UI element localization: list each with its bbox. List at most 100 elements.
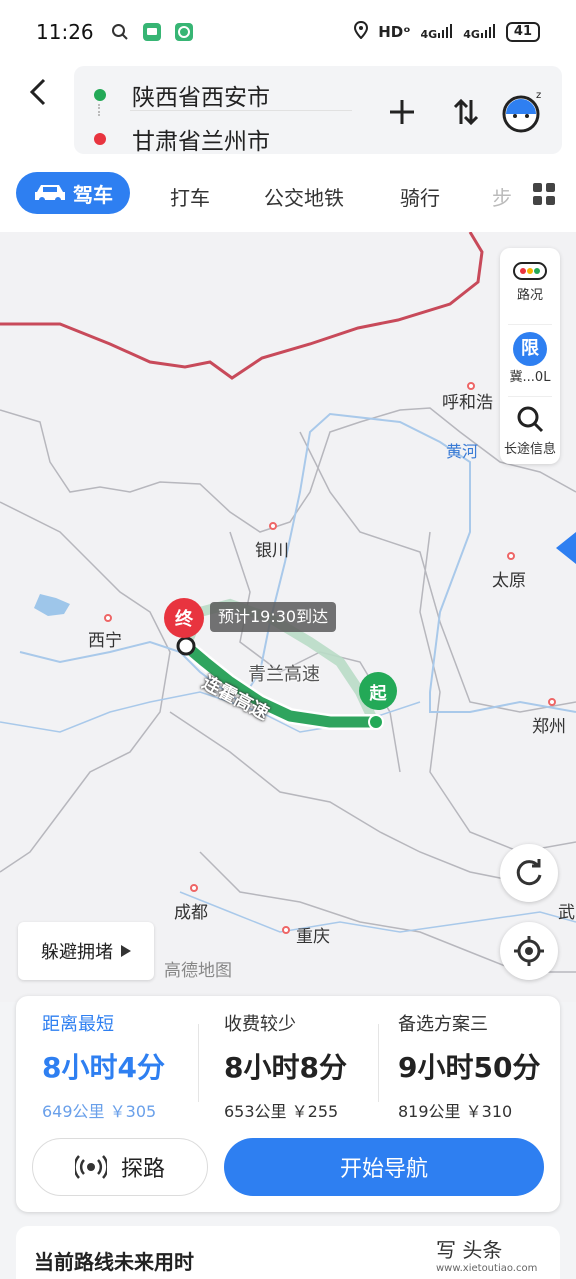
city-dot	[104, 614, 112, 622]
divider	[508, 324, 552, 325]
option-label: 备选方案三	[398, 1014, 488, 1035]
divider	[378, 1024, 379, 1102]
destination-text: 甘肃省兰州市	[132, 129, 270, 155]
assistant-avatar-icon: z	[502, 90, 541, 133]
tab-taxi[interactable]: 打车	[170, 182, 210, 211]
route-option-2[interactable]: 收费较少 8小时8分 653公里 ￥255	[224, 1010, 404, 1122]
option-duration: 8小时4分	[42, 1051, 165, 1084]
tab-drive-label: 驾车	[73, 182, 113, 207]
car-icon	[35, 185, 65, 203]
travel-mode-tabs: 驾车 打车 公交地铁 骑行 步	[0, 168, 576, 232]
route-connector	[98, 104, 102, 116]
city-taiyuan: 太原	[492, 571, 526, 591]
chevron-left-icon	[29, 78, 46, 106]
location-icon	[354, 20, 369, 43]
city-huhehaote: 呼和浩	[442, 393, 493, 413]
start-pin: 起	[359, 672, 397, 710]
option-meta: 649公里 ￥305	[42, 1102, 157, 1121]
city-yinchuan: 银川	[255, 541, 289, 561]
swap-route-button[interactable]	[446, 92, 486, 132]
city-xining: 西宁	[88, 631, 122, 651]
route-option-1[interactable]: 距离最短 8小时4分 649公里 ￥305	[42, 1010, 222, 1122]
triangle-right-icon	[121, 945, 131, 957]
more-modes-button[interactable]	[532, 182, 556, 206]
option-label: 收费较少	[224, 1014, 296, 1035]
route-options-sheet: 距离最短 8小时4分 649公里 ￥305 收费较少 8小时8分 653公里 ￥…	[16, 996, 560, 1212]
route-option-3[interactable]: 备选方案三 9小时50分 819公里 ￥310	[398, 1010, 576, 1122]
grid-icon	[533, 183, 555, 205]
battery-indicator: 41	[505, 22, 540, 42]
long-trip-label: 长途信息	[503, 442, 556, 457]
traffic-label: 路况	[516, 288, 543, 303]
divider	[198, 1024, 199, 1102]
option-label: 距离最短	[42, 1014, 114, 1035]
status-bar: 11:26 HDᵒ 4G 4G 41	[0, 0, 576, 64]
add-waypoint-button[interactable]	[382, 92, 422, 132]
radar-icon	[74, 1155, 107, 1179]
route-header: 陕西省西安市 甘肃省兰州市 z	[0, 64, 576, 168]
map-view[interactable]: 呼和浩 黄河 银川 太原 西宁 郑州 成都 重庆 武 终 起 预计19:30到达…	[0, 232, 576, 1002]
long-trip-info-button[interactable]: 长途信息	[500, 404, 560, 457]
divider	[508, 396, 552, 397]
future-time-title: 当前路线未来用时	[34, 1250, 194, 1274]
app-icon	[174, 22, 194, 42]
eta-label: 预计19:30到达	[210, 602, 337, 632]
city-dot	[507, 552, 515, 560]
network-hd: HDᵒ	[378, 23, 411, 41]
origin-text: 陕西省西安市	[132, 85, 270, 111]
avoid-congestion-button[interactable]: 躲避拥堵	[18, 922, 154, 980]
signal-icon-2: 4G	[463, 23, 496, 41]
city-dot	[269, 522, 277, 530]
city-chongqing: 重庆	[296, 927, 330, 947]
message-app-icon	[142, 22, 162, 42]
city-chengdu: 成都	[174, 903, 208, 923]
option-duration: 8小时8分	[224, 1051, 347, 1084]
probe-label: 探路	[120, 1157, 165, 1182]
search-icon	[110, 22, 130, 42]
search-icon	[517, 406, 544, 433]
assistant-button[interactable]: z	[498, 86, 548, 136]
plate-limit-label: 冀...0L	[509, 370, 551, 385]
river-label: 黄河	[446, 442, 479, 461]
tab-transit[interactable]: 公交地铁	[264, 182, 344, 211]
city-zhengzhou: 郑州	[532, 717, 566, 737]
option-meta: 819公里 ￥310	[398, 1102, 513, 1121]
avoid-congestion-label: 躲避拥堵	[41, 942, 113, 963]
destination-field[interactable]: 甘肃省兰州市	[94, 122, 270, 156]
option-meta: 653公里 ￥255	[224, 1102, 339, 1121]
traffic-toggle[interactable]: 路况	[500, 262, 560, 303]
tab-drive[interactable]: 驾车	[16, 172, 130, 214]
route-input-box: 陕西省西安市 甘肃省兰州市 z	[74, 66, 562, 156]
locate-button[interactable]	[500, 922, 558, 980]
watermark: 写 头条 www.xietoutiao.com	[436, 1238, 538, 1274]
svg-text:z: z	[536, 90, 541, 101]
city-dot	[282, 926, 290, 934]
map-logo: 高德地图	[164, 961, 232, 981]
crosshair-icon	[514, 936, 544, 966]
tab-walk[interactable]: 步	[492, 182, 512, 211]
end-pin: 终	[164, 598, 204, 638]
option-duration: 9小时50分	[398, 1051, 541, 1084]
tab-bike[interactable]: 骑行	[400, 182, 440, 211]
refresh-icon	[516, 859, 542, 886]
destination-dot-icon	[94, 133, 106, 145]
map-side-panel: 路况 限 冀...0L 长途信息	[500, 248, 560, 464]
alt-route-label[interactable]: 青兰高速	[248, 660, 320, 686]
limit-icon: 限	[513, 332, 547, 366]
origin-field[interactable]: 陕西省西安市	[94, 78, 270, 112]
back-button[interactable]	[20, 72, 56, 112]
plate-limit-button[interactable]: 限 冀...0L	[500, 332, 560, 385]
traffic-light-icon	[513, 262, 547, 280]
city-dot	[190, 884, 198, 892]
city-wu: 武	[558, 903, 575, 923]
status-time: 11:26	[36, 20, 94, 44]
plus-icon	[390, 100, 414, 124]
start-navigation-button[interactable]: 开始导航	[224, 1138, 544, 1196]
city-dot	[548, 698, 556, 706]
location-arrow-icon	[556, 528, 576, 572]
swap-icon	[453, 98, 479, 126]
origin-dot-icon	[94, 89, 106, 101]
refresh-route-button[interactable]	[500, 844, 558, 902]
route-divider	[130, 110, 352, 111]
probe-route-button[interactable]: 探路	[32, 1138, 208, 1196]
